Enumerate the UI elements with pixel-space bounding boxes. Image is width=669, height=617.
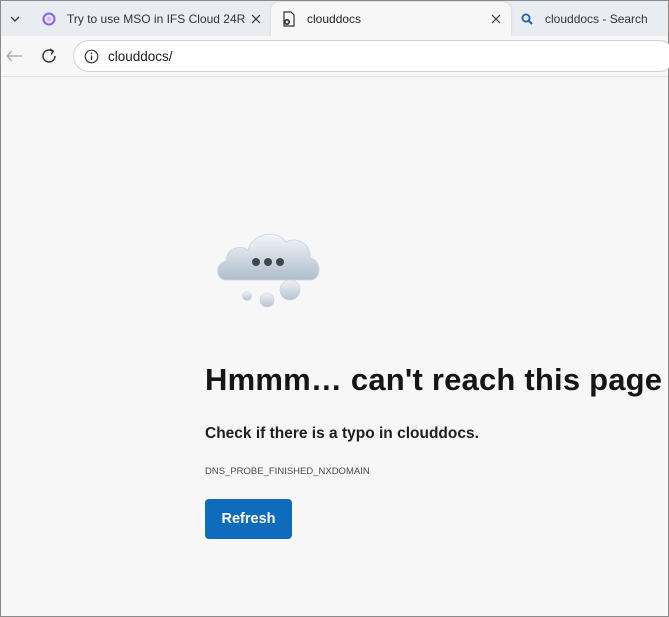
cloud-error-icon bbox=[217, 233, 320, 308]
site-info-icon[interactable] bbox=[83, 48, 99, 64]
search-icon bbox=[519, 11, 535, 27]
address-url: clouddocs/ bbox=[108, 48, 173, 64]
refresh-button[interactable]: Refresh bbox=[205, 499, 292, 539]
close-tab-icon[interactable] bbox=[489, 12, 503, 26]
back-button[interactable] bbox=[1, 43, 27, 69]
tab-label: clouddocs - Search bbox=[545, 12, 648, 26]
error-title: Hmmm… can't reach this page bbox=[205, 362, 663, 397]
close-tab-icon[interactable] bbox=[249, 12, 263, 26]
tab-label: clouddocs bbox=[307, 12, 362, 26]
tab-clouddocs-search[interactable]: clouddocs - Search bbox=[513, 2, 669, 36]
copilot-icon bbox=[41, 11, 57, 27]
tab-mso-ifs-cloud[interactable]: Try to use MSO in IFS Cloud 24R2 bbox=[31, 2, 271, 36]
tab-clouddocs[interactable]: clouddocs bbox=[271, 2, 511, 36]
back-arrow-icon bbox=[6, 50, 22, 62]
reload-button[interactable] bbox=[36, 43, 62, 69]
error-page-icon bbox=[281, 11, 297, 27]
tab-actions-menu[interactable] bbox=[4, 8, 26, 30]
reload-icon bbox=[42, 48, 56, 63]
browser-window bbox=[0, 0, 669, 617]
toolbar: clouddocs/ bbox=[1, 36, 669, 77]
error-code: DNS_PROBE_FINISHED_NXDOMAIN bbox=[205, 466, 370, 477]
error-hint: Check if there is a typo in clouddocs. bbox=[205, 425, 479, 442]
address-bar[interactable]: clouddocs/ bbox=[73, 40, 669, 72]
tab-strip: Try to use MSO in IFS Cloud 24R2 clouddo… bbox=[1, 1, 668, 36]
chevron-down-icon bbox=[10, 16, 20, 22]
tab-label: Try to use MSO in IFS Cloud 24R2 bbox=[67, 12, 245, 26]
